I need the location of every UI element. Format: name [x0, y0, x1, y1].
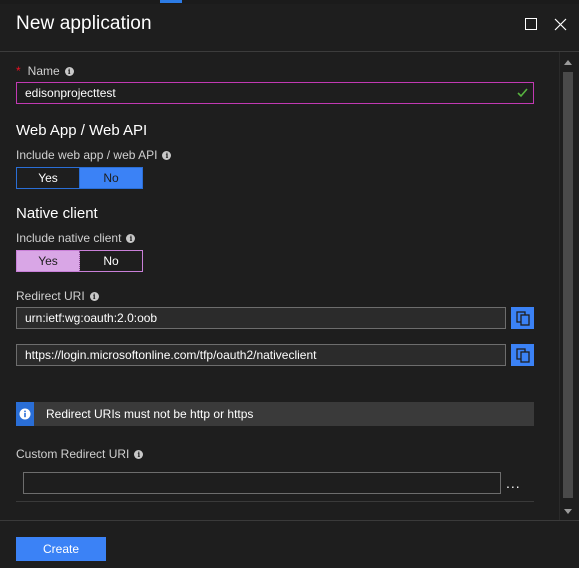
custom-redirect-uri-input[interactable]: [23, 472, 501, 494]
info-icon: [19, 408, 31, 420]
restore-window-icon: [525, 18, 537, 30]
info-icon[interactable]: i: [134, 449, 144, 459]
name-input-value: edisonprojecttest: [25, 86, 116, 100]
native-client-no-option[interactable]: No: [80, 251, 142, 271]
copy-redirect-uri-button[interactable]: [511, 344, 534, 366]
copy-redirect-uri-button[interactable]: [511, 307, 534, 329]
native-client-yes-option[interactable]: Yes: [17, 251, 80, 271]
scroll-thumb[interactable]: [563, 72, 573, 498]
info-badge: [16, 402, 34, 426]
close-button[interactable]: [550, 14, 570, 34]
copy-icon: [515, 310, 530, 326]
web-app-yes-option[interactable]: Yes: [17, 168, 80, 188]
native-client-toggle: Yes No: [16, 250, 143, 272]
info-icon[interactable]: i: [89, 291, 99, 301]
info-message-bar: Redirect URIs must not be http or https: [16, 402, 534, 426]
top-strip-fragment: [160, 0, 182, 3]
scroll-down-arrow-icon[interactable]: [564, 509, 572, 514]
blade-footer: Create: [0, 520, 579, 568]
native-client-label: Include native client i: [16, 231, 136, 245]
restore-button[interactable]: [521, 14, 541, 34]
close-icon: [554, 18, 566, 30]
name-label: * Name i: [16, 64, 74, 78]
page-title: New application: [16, 13, 152, 34]
custom-redirect-uri-label-text: Custom Redirect URI: [16, 447, 130, 461]
custom-redirect-uri-label: Custom Redirect URI i: [16, 447, 144, 461]
web-app-no-option[interactable]: No: [80, 168, 142, 188]
create-button[interactable]: Create: [16, 537, 106, 561]
redirect-uri-input[interactable]: urn:ietf:wg:oauth:2.0:oob: [16, 307, 506, 329]
vertical-scrollbar[interactable]: [559, 52, 576, 520]
more-options-button[interactable]: ...: [506, 476, 521, 490]
info-icon[interactable]: i: [64, 66, 74, 76]
web-app-label: Include web app / web API i: [16, 148, 172, 162]
info-message-text: Redirect URIs must not be http or https: [46, 407, 254, 421]
info-icon[interactable]: i: [126, 233, 136, 243]
required-mark: *: [16, 64, 21, 78]
web-app-toggle: Yes No: [16, 167, 143, 189]
checkmark-icon: [517, 86, 528, 101]
scroll-up-arrow-icon[interactable]: [564, 60, 572, 65]
redirect-uri-input[interactable]: https://login.microsoftonline.com/tfp/oa…: [16, 344, 506, 366]
new-application-blade: New application * Name i edisonprojectte…: [0, 0, 579, 568]
native-client-heading: Native client: [16, 205, 98, 222]
blade-titlebar: New application: [0, 4, 579, 51]
name-label-text: Name: [27, 64, 60, 78]
redirect-uri-value: urn:ietf:wg:oauth:2.0:oob: [25, 311, 158, 325]
redirect-uri-label-text: Redirect URI: [16, 289, 85, 303]
name-input[interactable]: edisonprojecttest: [16, 82, 534, 104]
info-icon[interactable]: i: [162, 150, 172, 160]
redirect-uri-value: https://login.microsoftonline.com/tfp/oa…: [25, 348, 317, 362]
copy-icon: [515, 347, 530, 363]
web-app-heading: Web App / Web API: [16, 122, 148, 139]
web-app-label-text: Include web app / web API: [16, 148, 158, 162]
native-client-label-text: Include native client: [16, 231, 122, 245]
redirect-uri-label: Redirect URI i: [16, 289, 99, 303]
